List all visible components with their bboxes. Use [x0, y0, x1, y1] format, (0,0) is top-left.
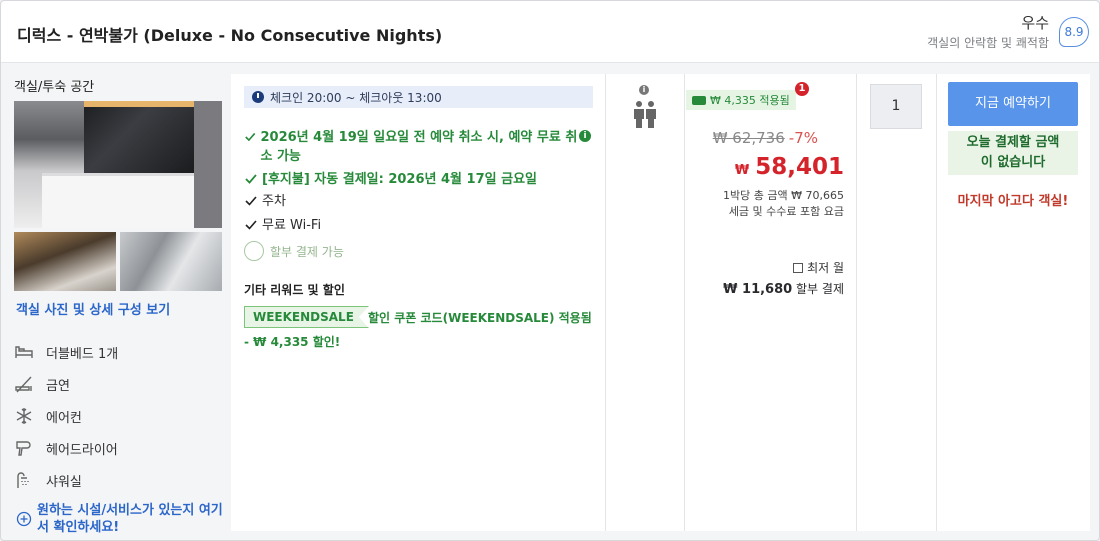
benefit-text: 주차 [262, 194, 286, 209]
no-smoking-icon [15, 376, 32, 393]
monthly-suffix: 할부 결제 [796, 282, 844, 296]
installment-option[interactable]: 할부 결제 가능 [244, 241, 344, 261]
savings-badge-text: ₩ 4,335 적용됨 [710, 94, 790, 107]
total-per-night: 1박당 총 금액 ₩ 70,665 [723, 189, 844, 202]
tax-included-note: 세금 및 수수료 포함 요금 [728, 205, 844, 218]
occupancy-info-icon[interactable]: i [639, 85, 649, 95]
snowflake-icon [16, 408, 32, 424]
coupon-applied-text: 할인 쿠폰 코드(WEEKENDSALE) 적용됨 [368, 311, 592, 325]
pay-nothing-line1: 오늘 결제할 금액 [966, 135, 1060, 150]
external-link-icon [793, 262, 804, 273]
amenity-hair-dryer: 헤어드라이어 [14, 437, 118, 459]
room-section-title: 객실/투숙 공간 [14, 80, 95, 95]
room-header: 디럭스 - 연박불가 (Deluxe - No Consecutive Nigh… [1, 1, 1099, 63]
currency-symbol: ₩ [734, 163, 750, 178]
benefit-text: 2026년 4월 19일 일요일 전 예약 취소 시, 예약 무료 취소 가능 [260, 130, 578, 164]
room-main-photo[interactable] [14, 101, 222, 228]
ticket-icon [692, 95, 706, 105]
amenity-label: 샤워실 [46, 474, 82, 490]
offer-panel: 체크인 20:00 ~ 체크아웃 13:00 2026년 4월 19일 일요일 … [231, 74, 1090, 531]
benefit-text: [후지불] 자동 결제일: 2026년 4월 17일 금요일 [262, 172, 537, 187]
room-info-column: 객실/투숙 공간 객실 사진 및 상세 구성 보기 더블베드 1개 금연 에어컨… [1, 64, 231, 540]
amenity-label: 더블베드 1개 [46, 346, 119, 362]
bathroom-thumbnail-photo[interactable] [120, 232, 222, 291]
original-price-value: ₩ 62,736 [712, 129, 785, 147]
clock-icon [252, 91, 264, 103]
cancellation-info-icon[interactable]: i [579, 130, 591, 142]
rating-score-badge: 8.9 [1059, 17, 1089, 47]
check-icon [245, 174, 257, 184]
check-icon [245, 132, 256, 142]
two-guests-icon [634, 101, 656, 128]
rating-subtitle: 객실의 안락함 및 쾌적함 [927, 36, 1049, 50]
amenity-air-conditioner: 에어컨 [14, 405, 82, 427]
check-icon [245, 220, 257, 230]
last-room-notice: 마지막 아고다 객실! [957, 194, 1069, 209]
original-price: ₩ 62,736 -7% [713, 129, 818, 147]
plus-circle-icon [16, 511, 32, 527]
pay-nothing-today-notice: 오늘 결제할 금액 이 없습니다 [948, 131, 1078, 175]
room-thumbnail-photo[interactable] [14, 232, 116, 291]
room-offer-card: 디럭스 - 연박불가 (Deluxe - No Consecutive Nigh… [0, 0, 1100, 541]
coupon-code-tag: WEEKENDSALE [244, 306, 369, 328]
checkin-times: 체크인 20:00 ~ 체크아웃 13:00 [244, 86, 593, 108]
amenity-bed: 더블베드 1개 [14, 341, 118, 363]
benefit-free-cancel: 2026년 4월 19일 일요일 전 예약 취소 시, 예약 무료 취소 가능 [244, 128, 579, 166]
savings-count-badge: 1 [795, 82, 809, 96]
savings-badge: ₩ 4,335 적용됨 [686, 90, 796, 110]
hair-dryer-icon [16, 441, 31, 456]
pay-nothing-line2: 이 없습니다 [980, 155, 1046, 170]
room-title: 디럭스 - 연박불가 (Deluxe - No Consecutive Nigh… [17, 26, 443, 45]
discount-percent: -7% [788, 129, 818, 147]
facility-check-text: 원하는 시설/서비스가 있는지 여기서 확인하세요! [37, 503, 223, 535]
amenity-label: 에어컨 [46, 410, 82, 426]
coupon-discount-text: - ₩ 4,335 할인! [244, 335, 341, 349]
room-photos-link[interactable]: 객실 사진 및 상세 구성 보기 [16, 299, 170, 318]
benefit-wifi: 무료 Wi-Fi [244, 216, 321, 235]
facility-check-link[interactable]: 원하는 시설/서비스가 있는지 여기서 확인하세요! [16, 502, 232, 536]
final-price: ₩58,401 [735, 154, 844, 180]
installment-text: 할부 결제 가능 [270, 244, 344, 259]
monthly-label-text: 최저 월 [807, 261, 844, 275]
room-quantity-select[interactable]: 1 [870, 84, 922, 129]
bed-icon [15, 346, 33, 358]
amenity-label: 금연 [46, 378, 70, 394]
check-icon [245, 196, 257, 206]
benefit-text: 무료 Wi-Fi [262, 218, 322, 233]
monthly-installment-label[interactable]: 최저 월 [793, 259, 844, 276]
rating-label: 우수 [1021, 14, 1049, 32]
monthly-amount-value: ₩ 11,680 [723, 282, 793, 297]
amenity-no-smoking: 금연 [14, 373, 70, 395]
book-now-button[interactable]: 지금 예약하기 [948, 82, 1078, 126]
monthly-installment-amount: ₩ 11,680 할부 결제 [723, 280, 844, 297]
amenity-label: 헤어드라이어 [46, 442, 118, 458]
benefit-parking: 주차 [244, 192, 286, 211]
shower-icon [17, 472, 29, 488]
benefit-pay-later: [후지불] 자동 결제일: 2026년 4월 17일 금요일 [244, 170, 537, 189]
checkin-text: 체크인 20:00 ~ 체크아웃 13:00 [270, 90, 442, 105]
final-price-value: 58,401 [755, 154, 844, 180]
amenity-shower: 샤워실 [14, 469, 82, 491]
installment-icon [244, 241, 264, 261]
other-rewards-label: 기타 리워드 및 할인 [244, 283, 345, 297]
